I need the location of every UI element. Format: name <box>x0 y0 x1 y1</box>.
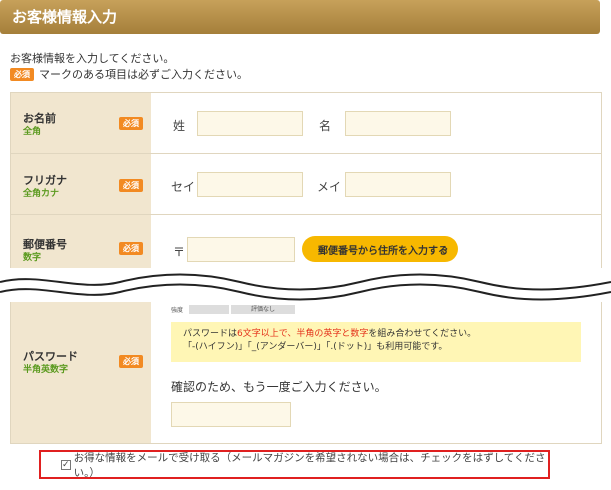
strength-label: 強度 <box>171 307 184 314</box>
customer-form-top: お名前 全角 必須 姓 名 フリガナ 全角カナ 必須 セイ メイ 郵便番号 数字… <box>10 92 602 272</box>
required-badge: 必須 <box>119 355 143 368</box>
row-name: お名前 全角 必須 姓 名 <box>11 93 601 154</box>
zip-button-label: 郵便番号から住所を入力する <box>318 245 448 257</box>
sei-input[interactable] <box>197 172 303 197</box>
row-password: パスワード 半角英数字 必須 強度 評価なし パスワードは6文字以上で、半角の英… <box>11 302 601 443</box>
sei-label: セイ <box>171 180 196 194</box>
chevron-right-icon: › <box>443 242 448 255</box>
last-name-input[interactable] <box>197 111 303 136</box>
hint-emphasis: 6文字以上で、半角の英字と数字 <box>237 329 369 339</box>
required-note: 必須 マークのある項目は必ずご入力ください。 <box>10 66 248 82</box>
zip-to-address-button[interactable]: 郵便番号から住所を入力する › <box>302 236 458 262</box>
zip-sublabel: 数字 <box>23 253 42 263</box>
required-badge: 必須 <box>10 67 34 81</box>
first-name-label: 名 <box>319 119 332 133</box>
hint-text: パスワードは <box>183 329 238 339</box>
strength-value: 評価なし <box>231 305 296 314</box>
customer-form-bottom: パスワード 半角英数字 必須 強度 評価なし パスワードは6文字以上で、半角の英… <box>10 302 602 444</box>
password-hint-box: パスワードは6文字以上で、半角の英字と数字を組み合わせてください。 「-(ハイフ… <box>171 322 581 362</box>
newsletter-optin[interactable]: ✓ お得な情報をメールで受け取る（メールマガジンを希望されない場合は、チェックを… <box>39 450 550 479</box>
last-name-label: 姓 <box>173 119 186 133</box>
row-zip: 郵便番号 数字 必須 〒 郵便番号から住所を入力する › <box>11 215 601 271</box>
zip-input[interactable] <box>187 237 295 262</box>
row-zip-label: 郵便番号 数字 必須 <box>11 215 151 271</box>
required-badge: 必須 <box>119 117 143 130</box>
postal-mark: 〒 <box>173 245 186 259</box>
row-kana: フリガナ 全角カナ 必須 セイ メイ <box>11 154 601 215</box>
required-note-text: マークのある項目は必ずご入力ください。 <box>39 68 248 81</box>
page-header: お客様情報入力 <box>0 0 600 34</box>
mei-label: メイ <box>317 180 342 194</box>
kana-sublabel: 全角カナ <box>23 189 60 199</box>
omission-wave-divider <box>0 268 611 306</box>
password-hint-line2: 「-(ハイフン)」「_(アンダーバー)」「.(ドット)」も利用可能です。 <box>183 342 448 352</box>
hint-text: を組み合わせてください。 <box>368 329 477 339</box>
password-confirm-input[interactable] <box>171 402 291 427</box>
required-badge: 必須 <box>119 179 143 192</box>
row-password-label: パスワード 半角英数字 必須 <box>11 302 151 443</box>
password-sublabel: 半角英数字 <box>23 365 69 375</box>
password-strength-meter: 強度 評価なし <box>171 305 296 314</box>
row-name-label: お名前 全角 必須 <box>11 93 151 153</box>
newsletter-label: お得な情報をメールで受け取る（メールマガジンを希望されない場合は、チェックをはず… <box>73 451 546 479</box>
first-name-input[interactable] <box>345 111 451 136</box>
name-sublabel: 全角 <box>23 127 42 137</box>
password-hint-line1: パスワードは6文字以上で、半角の英字と数字を組み合わせてください。 <box>183 328 581 341</box>
strength-bar <box>189 305 230 314</box>
mei-input[interactable] <box>345 172 451 197</box>
intro-text: お客様情報を入力してください。 <box>10 52 175 65</box>
password-confirm-instruction: 確認のため、もう一度ご入力ください。 <box>171 380 387 394</box>
row-kana-label: フリガナ 全角カナ 必須 <box>11 154 151 214</box>
required-badge: 必須 <box>119 242 143 255</box>
newsletter-checkbox[interactable]: ✓ <box>61 459 71 470</box>
